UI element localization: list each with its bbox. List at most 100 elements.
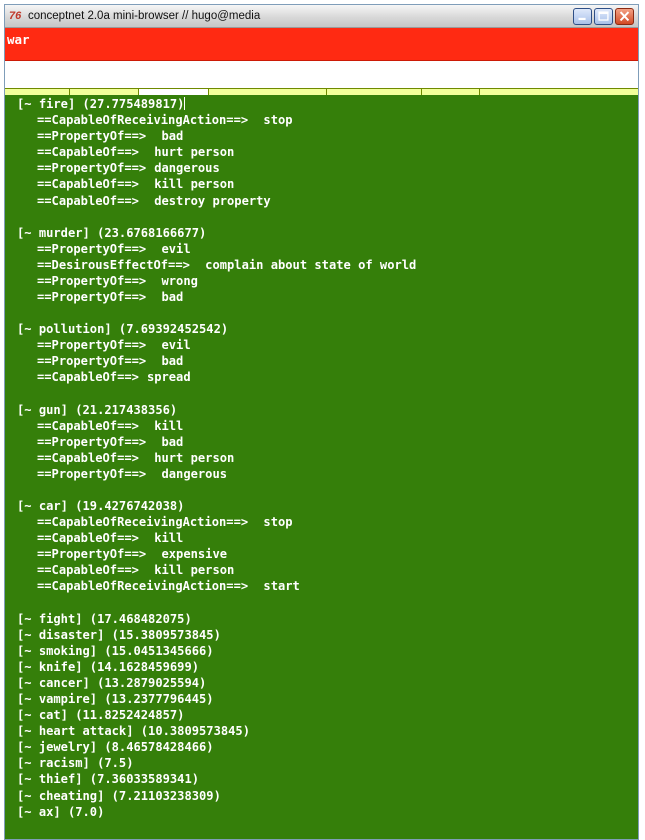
- concept-block: [~ gun] (21.217438356) ==CapableOf==> kil…: [17, 402, 626, 482]
- relation-type: ==PropertyOf==>: [37, 547, 147, 562]
- relation-type: ==PropertyOf==>: [37, 434, 147, 449]
- minimize-icon: [578, 17, 586, 20]
- relation-type: ==CapableOfReceivingAction==>: [37, 579, 249, 594]
- relation-type: ==PropertyOf==>: [37, 129, 147, 144]
- relation-type: ==CapableOf==>: [37, 370, 139, 385]
- relation-type: ==PropertyOf==>: [37, 273, 147, 288]
- relation-target[interactable]: kill: [147, 419, 183, 433]
- relation-target[interactable]: hurt person: [147, 145, 234, 159]
- relation-line: ==PropertyOf==> bad: [17, 289, 626, 305]
- relation-target[interactable]: stop: [256, 515, 292, 529]
- list-item[interactable]: [~ cat] (11.8252424857): [17, 707, 626, 723]
- relation-type: ==CapableOf==>: [37, 450, 139, 465]
- concept-heading[interactable]: [~ murder] (23.6768166677): [17, 225, 626, 241]
- list-item[interactable]: [~ racism] (7.5): [17, 755, 626, 771]
- close-button[interactable]: [615, 7, 634, 25]
- relation-target[interactable]: dangerous: [154, 467, 227, 481]
- relation-target[interactable]: complain about state of world: [198, 258, 416, 272]
- relation-target[interactable]: kill person: [147, 177, 234, 191]
- list-item[interactable]: [~ thief] (7.36033589341): [17, 771, 626, 787]
- relation-type: ==PropertyOf==>: [37, 161, 147, 176]
- concept-heading[interactable]: [~ pollution] (7.69392452542): [17, 321, 626, 337]
- relation-target[interactable]: destroy property: [147, 194, 271, 208]
- relation-line: ==PropertyOf==> wrong: [17, 273, 626, 289]
- relation-type: ==PropertyOf==>: [37, 354, 147, 369]
- relation-line: ==CapableOf==> kill: [17, 530, 626, 546]
- relation-target[interactable]: kill: [147, 531, 183, 545]
- relation-target[interactable]: bad: [154, 354, 183, 368]
- relation-line: ==PropertyOf==> bad: [17, 128, 626, 144]
- relation-target[interactable]: bad: [154, 129, 183, 143]
- relation-type: ==PropertyOf==>: [37, 466, 147, 481]
- relation-target[interactable]: evil: [154, 338, 190, 352]
- relation-line: ==DesirousEffectOf==> complain about sta…: [17, 257, 626, 273]
- relation-line: ==PropertyOf==> bad: [17, 353, 626, 369]
- relation-type: ==CapableOfReceivingAction==>: [37, 113, 249, 128]
- list-item[interactable]: [~ smoking] (15.0451345666): [17, 643, 626, 659]
- tab-strip: BROWSECONTEXTANALOGYGUESS CONCEPTGUESS T…: [5, 61, 638, 112]
- text-cursor: [184, 97, 186, 110]
- concept-heading[interactable]: [~ fire] (27.775489817): [17, 96, 626, 112]
- relation-line: ==CapableOf==> kill: [17, 418, 626, 434]
- list-item[interactable]: [~ knife] (14.1628459699): [17, 659, 626, 675]
- window-controls: [573, 7, 634, 25]
- relation-type: ==PropertyOf==>: [37, 338, 147, 353]
- relation-target[interactable]: evil: [154, 242, 190, 256]
- relation-line: ==CapableOfReceivingAction==> start: [17, 578, 626, 594]
- concept-input[interactable]: war: [5, 28, 638, 61]
- relation-type: ==PropertyOf==>: [37, 241, 147, 256]
- relation-line: ==CapableOf==> hurt person: [17, 144, 626, 160]
- relation-target[interactable]: bad: [154, 290, 183, 304]
- list-item[interactable]: [~ disaster] (15.3809573845): [17, 627, 626, 643]
- relation-type: ==CapableOf==>: [37, 531, 139, 546]
- relation-line: ==CapableOf==> spread: [17, 369, 626, 385]
- relation-line: ==CapableOfReceivingAction==> stop: [17, 112, 626, 128]
- maximize-button[interactable]: [594, 7, 613, 25]
- concept-block: [~ pollution] (7.69392452542) ==PropertyO…: [17, 321, 626, 385]
- relation-line: ==CapableOf==> kill person: [17, 562, 626, 578]
- relation-line: ==CapableOf==> kill person: [17, 176, 626, 192]
- relation-line: ==CapableOf==> destroy property: [17, 193, 626, 209]
- maximize-icon: [598, 10, 609, 21]
- relation-target[interactable]: start: [256, 579, 299, 593]
- list-item[interactable]: [~ heart attack] (10.3809573845): [17, 723, 626, 739]
- relation-target[interactable]: stop: [256, 113, 292, 127]
- relation-target[interactable]: hurt person: [147, 451, 234, 465]
- list-item[interactable]: [~ fight] (17.468482075): [17, 611, 626, 627]
- relation-target[interactable]: spread: [147, 370, 191, 384]
- list-item[interactable]: [~ vampire] (13.2377796445): [17, 691, 626, 707]
- relation-line: ==CapableOfReceivingAction==> stop: [17, 514, 626, 530]
- relation-line: ==PropertyOf==> dangerous: [17, 160, 626, 176]
- relation-target[interactable]: expensive: [154, 547, 227, 561]
- relation-type: ==CapableOf==>: [37, 563, 139, 578]
- app-icon: 76: [9, 10, 22, 22]
- list-item[interactable]: [~ ax] (7.0): [17, 804, 626, 820]
- list-item[interactable]: [~ jewelry] (8.46578428466): [17, 739, 626, 755]
- concept-block: [~ car] (19.4276742038) ==CapableOfReceiv…: [17, 498, 626, 595]
- results-pane[interactable]: [~ fire] (27.775489817) ==CapableOfReceiv…: [5, 95, 638, 839]
- relation-type: ==CapableOf==>: [37, 418, 139, 433]
- list-item[interactable]: [~ cancer] (13.2879025594): [17, 675, 626, 691]
- relation-target[interactable]: wrong: [154, 274, 197, 288]
- relation-type: ==CapableOf==>: [37, 145, 139, 160]
- concept-heading[interactable]: [~ gun] (21.217438356): [17, 402, 626, 418]
- relation-type: ==DesirousEffectOf==>: [37, 257, 190, 272]
- relation-line: ==PropertyOf==> bad: [17, 434, 626, 450]
- relation-target[interactable]: bad: [154, 435, 183, 449]
- concept-block: [~ murder] (23.6768166677) ==PropertyOf==…: [17, 225, 626, 305]
- relation-type: ==CapableOf==>: [37, 177, 139, 192]
- relation-line: ==PropertyOf==> dangerous: [17, 466, 626, 482]
- concept-block: [~ fire] (27.775489817) ==CapableOfReceiv…: [17, 96, 626, 209]
- relation-line: ==PropertyOf==> evil: [17, 241, 626, 257]
- title-bar[interactable]: 76 conceptnet 2.0a mini-browser // hugo@…: [5, 5, 638, 28]
- window-title: conceptnet 2.0a mini-browser // hugo@med…: [28, 10, 261, 22]
- relation-target[interactable]: kill person: [147, 563, 234, 577]
- relation-line: ==CapableOf==> hurt person: [17, 450, 626, 466]
- concept-heading[interactable]: [~ car] (19.4276742038): [17, 498, 626, 514]
- relation-line: ==PropertyOf==> expensive: [17, 546, 626, 562]
- close-icon: [619, 10, 630, 21]
- relation-line: ==PropertyOf==> evil: [17, 337, 626, 353]
- list-item[interactable]: [~ cheating] (7.21103238309): [17, 788, 626, 804]
- relation-target[interactable]: dangerous: [154, 161, 220, 175]
- minimize-button[interactable]: [573, 7, 592, 25]
